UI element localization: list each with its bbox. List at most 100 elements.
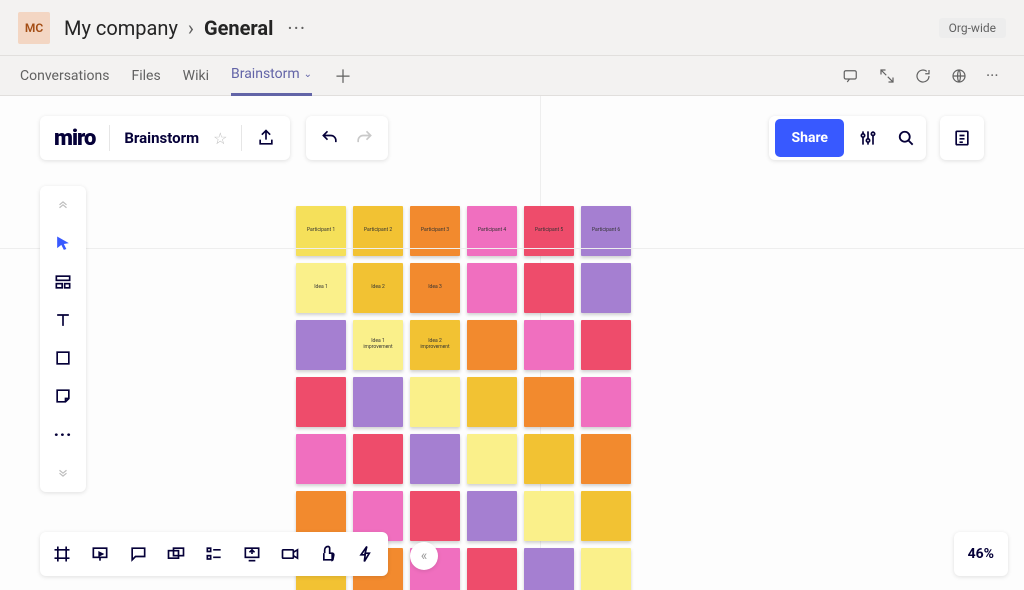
sticky-note[interactable]: [581, 548, 631, 590]
sticky-note[interactable]: [410, 491, 460, 541]
sticky-note[interactable]: [524, 377, 574, 427]
add-tab-button[interactable]: ＋: [334, 63, 352, 89]
presentation-icon[interactable]: [90, 544, 110, 564]
sticky-note[interactable]: [581, 263, 631, 313]
comment-icon[interactable]: [128, 544, 148, 564]
sticky-note[interactable]: Participant 4: [467, 206, 517, 256]
breadcrumb-more[interactable]: ···: [283, 16, 310, 40]
sticky-note[interactable]: [581, 377, 631, 427]
divider: [109, 125, 110, 151]
miro-left-toolbar: ···: [40, 186, 86, 492]
collapse-down-icon[interactable]: [51, 460, 75, 484]
miro-board-card: miro Brainstorm ☆: [40, 116, 290, 160]
miro-top-right: Share: [769, 116, 984, 160]
tab-brainstorm[interactable]: Brainstorm ⌄: [231, 56, 312, 96]
sticky-note[interactable]: [410, 434, 460, 484]
sticky-note[interactable]: [410, 377, 460, 427]
sticky-note[interactable]: [524, 263, 574, 313]
collapse-up-icon[interactable]: [51, 194, 75, 218]
miro-app: Participant 1Participant 2Participant 3P…: [0, 96, 1024, 590]
sticky-note[interactable]: [467, 548, 517, 590]
tab-brainstorm-label: Brainstorm: [231, 66, 300, 82]
sticky-note[interactable]: Idea 2: [353, 263, 403, 313]
tabs-right-actions: ···: [842, 67, 1004, 85]
sticky-note[interactable]: [353, 377, 403, 427]
sticky-note[interactable]: Idea 1 improvement: [353, 320, 403, 370]
activity-card[interactable]: [940, 116, 984, 160]
miro-top-toolbar: miro Brainstorm ☆ Share: [40, 116, 984, 160]
zoom-level[interactable]: 46%: [954, 532, 1008, 576]
select-tool[interactable]: [51, 232, 75, 256]
share-group: Share: [769, 116, 926, 160]
board-name[interactable]: Brainstorm: [124, 129, 199, 147]
undo-icon[interactable]: [320, 128, 340, 148]
teams-header: MC My company › General ··· Org-wide: [0, 0, 1024, 56]
sticky-note[interactable]: Participant 5: [524, 206, 574, 256]
sticky-note[interactable]: [581, 434, 631, 484]
sticky-note[interactable]: [581, 320, 631, 370]
search-icon[interactable]: [892, 128, 920, 148]
sticky-note[interactable]: Idea 2 improvement: [410, 320, 460, 370]
team-avatar[interactable]: MC: [18, 12, 50, 44]
sticky-note[interactable]: [524, 434, 574, 484]
sticky-note[interactable]: [296, 434, 346, 484]
export-icon[interactable]: [256, 128, 276, 148]
star-icon[interactable]: ☆: [213, 129, 227, 148]
refresh-icon[interactable]: [914, 67, 932, 85]
templates-tool[interactable]: [51, 270, 75, 294]
sticky-note[interactable]: Idea 1: [296, 263, 346, 313]
more-icon[interactable]: ···: [986, 67, 1004, 85]
vote-icon[interactable]: [318, 544, 338, 564]
sticky-note[interactable]: [524, 491, 574, 541]
miro-canvas[interactable]: Participant 1Participant 2Participant 3P…: [0, 96, 1024, 590]
sticky-note[interactable]: [296, 377, 346, 427]
miro-logo[interactable]: miro: [54, 126, 95, 151]
teams-tabs: Conversations Files Wiki Brainstorm ⌄ ＋ …: [0, 56, 1024, 96]
sticky-tool[interactable]: [51, 384, 75, 408]
expand-icon[interactable]: [878, 67, 896, 85]
sticky-note[interactable]: [581, 491, 631, 541]
card-icon[interactable]: [166, 544, 186, 564]
frame-tool-icon[interactable]: [52, 544, 72, 564]
screen-share-icon[interactable]: [242, 544, 262, 564]
redo-icon[interactable]: [354, 128, 374, 148]
sticky-note[interactable]: [467, 491, 517, 541]
settings-sliders-icon[interactable]: [854, 128, 882, 148]
sticky-note[interactable]: Participant 3: [410, 206, 460, 256]
miro-bottom-toolbar: [40, 532, 388, 576]
sticky-note[interactable]: [524, 548, 574, 590]
text-tool[interactable]: [51, 308, 75, 332]
sticky-note[interactable]: [467, 377, 517, 427]
sticky-note[interactable]: [467, 434, 517, 484]
list-icon[interactable]: [204, 544, 224, 564]
shape-tool[interactable]: [51, 346, 75, 370]
breadcrumb: My company › General ···: [64, 16, 310, 40]
sticky-note[interactable]: [467, 263, 517, 313]
breadcrumb-parent[interactable]: My company: [64, 16, 178, 40]
sticky-note[interactable]: Participant 1: [296, 206, 346, 256]
share-button[interactable]: Share: [775, 119, 844, 157]
sticky-note[interactable]: [296, 320, 346, 370]
sticky-note[interactable]: Idea 3: [410, 263, 460, 313]
timer-icon[interactable]: [356, 544, 376, 564]
undo-redo-card: [306, 116, 388, 160]
video-icon[interactable]: [280, 544, 300, 564]
divider: [241, 125, 242, 151]
chevron-down-icon: ⌄: [304, 69, 312, 80]
tab-conversations[interactable]: Conversations: [20, 56, 109, 96]
tab-files[interactable]: Files: [131, 56, 160, 96]
sticky-note[interactable]: [467, 320, 517, 370]
tab-wiki[interactable]: Wiki: [183, 56, 209, 96]
reply-icon[interactable]: [842, 67, 860, 85]
sticky-note[interactable]: [524, 320, 574, 370]
collapse-bottom-toolbar-icon[interactable]: «: [410, 542, 438, 570]
sticky-note[interactable]: [353, 434, 403, 484]
sticky-note[interactable]: Participant 2: [353, 206, 403, 256]
breadcrumb-current[interactable]: General: [204, 16, 273, 40]
sticky-note[interactable]: Participant 6: [581, 206, 631, 256]
breadcrumb-separator: ›: [188, 16, 194, 40]
notes-icon: [952, 128, 972, 148]
org-wide-badge: Org-wide: [939, 18, 1006, 38]
globe-icon[interactable]: [950, 67, 968, 85]
more-tools[interactable]: ···: [51, 422, 75, 446]
